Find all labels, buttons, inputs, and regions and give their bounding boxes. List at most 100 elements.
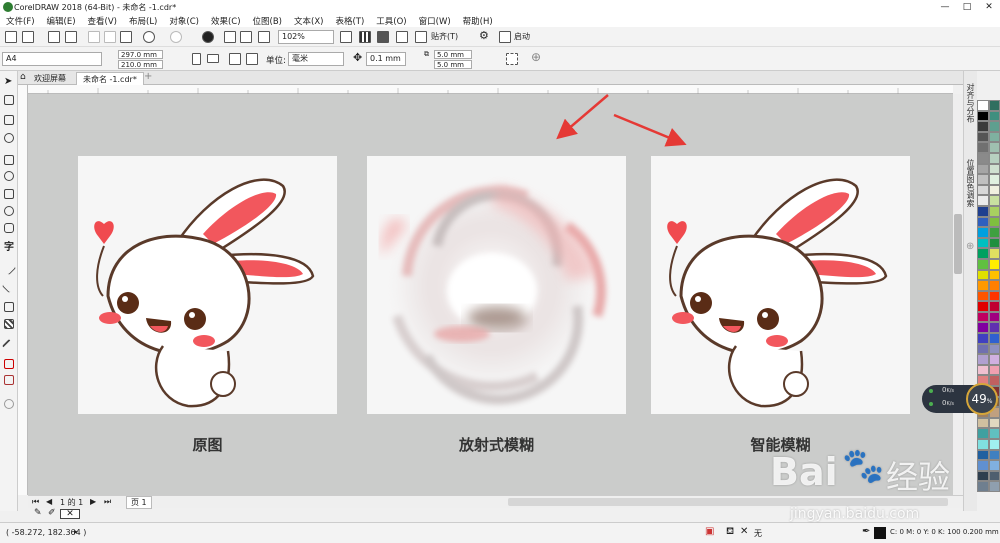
all-pages-icon[interactable] — [229, 53, 241, 65]
paste-icon[interactable] — [120, 31, 132, 43]
current-page-icon[interactable] — [246, 53, 258, 65]
fill-bucket-icon[interactable]: ⛾ — [726, 526, 734, 539]
units-select[interactable]: 毫米 — [288, 52, 344, 66]
interactive-fill-icon[interactable] — [4, 359, 14, 369]
new-document-icon[interactable] — [5, 31, 17, 43]
color-swatch[interactable] — [977, 174, 989, 185]
wireframe-icon[interactable] — [359, 31, 371, 43]
page-size-select[interactable]: A4 — [2, 52, 102, 66]
color-swatch[interactable] — [977, 195, 989, 206]
tab-document[interactable]: 未命名 -1.cdr* — [76, 72, 144, 85]
color-swatch[interactable] — [977, 131, 989, 143]
add-tool-icon[interactable] — [4, 399, 14, 409]
color-swatch[interactable] — [977, 248, 989, 259]
eyedropper-tool-icon[interactable] — [1, 338, 17, 354]
color-swatch[interactable] — [988, 322, 1000, 334]
last-page-icon[interactable]: ⏭ — [104, 497, 111, 507]
coords-menu-icon[interactable]: ▸ — [74, 527, 78, 536]
menu-edit[interactable]: 编辑(E) — [47, 15, 76, 27]
menu-object[interactable]: 对象(C) — [169, 15, 199, 27]
shape-tool-icon[interactable] — [4, 95, 14, 105]
freehand-tool-icon[interactable] — [4, 155, 14, 165]
next-page-icon[interactable]: ▶ — [90, 497, 96, 506]
color-swatch[interactable] — [977, 311, 989, 323]
color-proof-icon[interactable]: ▣ — [705, 526, 714, 537]
duplicate-y-field[interactable]: 5.0 mm — [434, 60, 472, 69]
text-tool-icon[interactable]: 字 — [4, 243, 14, 253]
menu-bitmaps[interactable]: 位图(B) — [253, 15, 282, 27]
color-swatch[interactable] — [977, 163, 989, 175]
color-swatch[interactable] — [988, 205, 1000, 217]
full-screen-icon[interactable] — [340, 31, 352, 43]
color-swatch[interactable] — [977, 280, 989, 291]
print-icon[interactable] — [65, 31, 77, 43]
redo-icon[interactable] — [170, 31, 182, 43]
original-image-panel[interactable] — [78, 156, 337, 414]
color-swatch[interactable] — [988, 216, 1000, 228]
nudge-distance-field[interactable]: 0.1 mm — [366, 52, 406, 66]
artistic-media-icon[interactable] — [4, 171, 14, 181]
color-swatch[interactable] — [988, 195, 1000, 206]
ellipse-tool-icon[interactable] — [4, 206, 14, 216]
color-swatch[interactable] — [977, 100, 989, 111]
connector-tool-icon[interactable] — [1, 278, 17, 294]
vertical-scrollbar[interactable] — [953, 94, 963, 495]
publish-pdf-icon[interactable] — [258, 31, 270, 43]
color-swatch[interactable] — [977, 258, 989, 270]
new-tab-icon[interactable]: + — [144, 71, 152, 82]
menu-view[interactable]: 查看(V) — [88, 15, 117, 27]
color-swatch[interactable] — [988, 417, 1000, 429]
color-swatch[interactable] — [977, 237, 989, 249]
add-docker-icon[interactable]: ⊕ — [966, 241, 974, 252]
page-border-icon[interactable] — [506, 53, 518, 65]
duplicate-x-field[interactable]: 5.0 mm — [434, 50, 472, 59]
home-icon[interactable]: ⌂ — [20, 72, 26, 82]
color-swatch[interactable] — [988, 100, 1000, 111]
color-swatch[interactable] — [977, 354, 989, 365]
color-swatch[interactable] — [977, 269, 989, 281]
color-swatch[interactable] — [977, 142, 989, 153]
color-swatch[interactable] — [977, 152, 989, 164]
drawing-canvas[interactable]: 原图 放射式模糊 智能模糊 — [28, 94, 953, 495]
launch-dropdown[interactable]: 启动 — [514, 31, 530, 42]
zoom-level-select[interactable]: 102% — [278, 30, 334, 44]
color-swatch[interactable] — [988, 311, 1000, 323]
options-gear-icon[interactable]: ⚙ — [479, 29, 489, 42]
color-swatch[interactable] — [977, 216, 989, 228]
open-icon[interactable] — [22, 31, 34, 43]
color-swatch[interactable] — [988, 110, 1000, 122]
color-swatch[interactable] — [988, 343, 1000, 355]
no-color-swatch[interactable]: ✕ — [60, 509, 80, 519]
export-icon[interactable] — [240, 31, 252, 43]
pen-icon[interactable]: ✐ — [48, 508, 56, 518]
color-swatch[interactable] — [977, 110, 989, 122]
color-swatch[interactable] — [988, 152, 1000, 164]
cut-icon[interactable] — [88, 31, 100, 43]
color-swatch[interactable] — [988, 364, 1000, 376]
color-swatch[interactable] — [977, 184, 989, 196]
color-swatch[interactable] — [988, 269, 1000, 281]
color-swatch[interactable] — [988, 142, 1000, 153]
color-swatch[interactable] — [988, 280, 1000, 291]
color-swatch[interactable] — [977, 301, 989, 312]
smart-blur-panel[interactable] — [651, 156, 910, 414]
undo-icon[interactable] — [143, 31, 155, 43]
color-swatch[interactable] — [988, 290, 1000, 302]
close-button[interactable]: ✕ — [978, 0, 1000, 14]
landscape-icon[interactable] — [207, 54, 219, 63]
page-tab[interactable]: 页 1 — [126, 496, 152, 509]
color-swatch[interactable] — [988, 227, 1000, 238]
pick-tool-icon[interactable]: ➤ — [4, 77, 14, 87]
pixel-view-icon[interactable] — [396, 31, 408, 43]
prev-page-icon[interactable]: ◀ — [46, 497, 52, 506]
minimize-button[interactable]: — — [934, 0, 956, 14]
radial-blur-panel[interactable] — [367, 156, 626, 414]
polygon-tool-icon[interactable] — [4, 223, 14, 233]
color-swatch[interactable] — [977, 417, 989, 429]
color-swatch[interactable] — [977, 227, 989, 238]
color-swatch[interactable] — [988, 121, 1000, 132]
color-swatch[interactable] — [977, 428, 989, 439]
color-swatch[interactable] — [977, 290, 989, 302]
menu-tools[interactable]: 工具(O) — [376, 15, 406, 27]
color-swatch[interactable] — [988, 354, 1000, 365]
